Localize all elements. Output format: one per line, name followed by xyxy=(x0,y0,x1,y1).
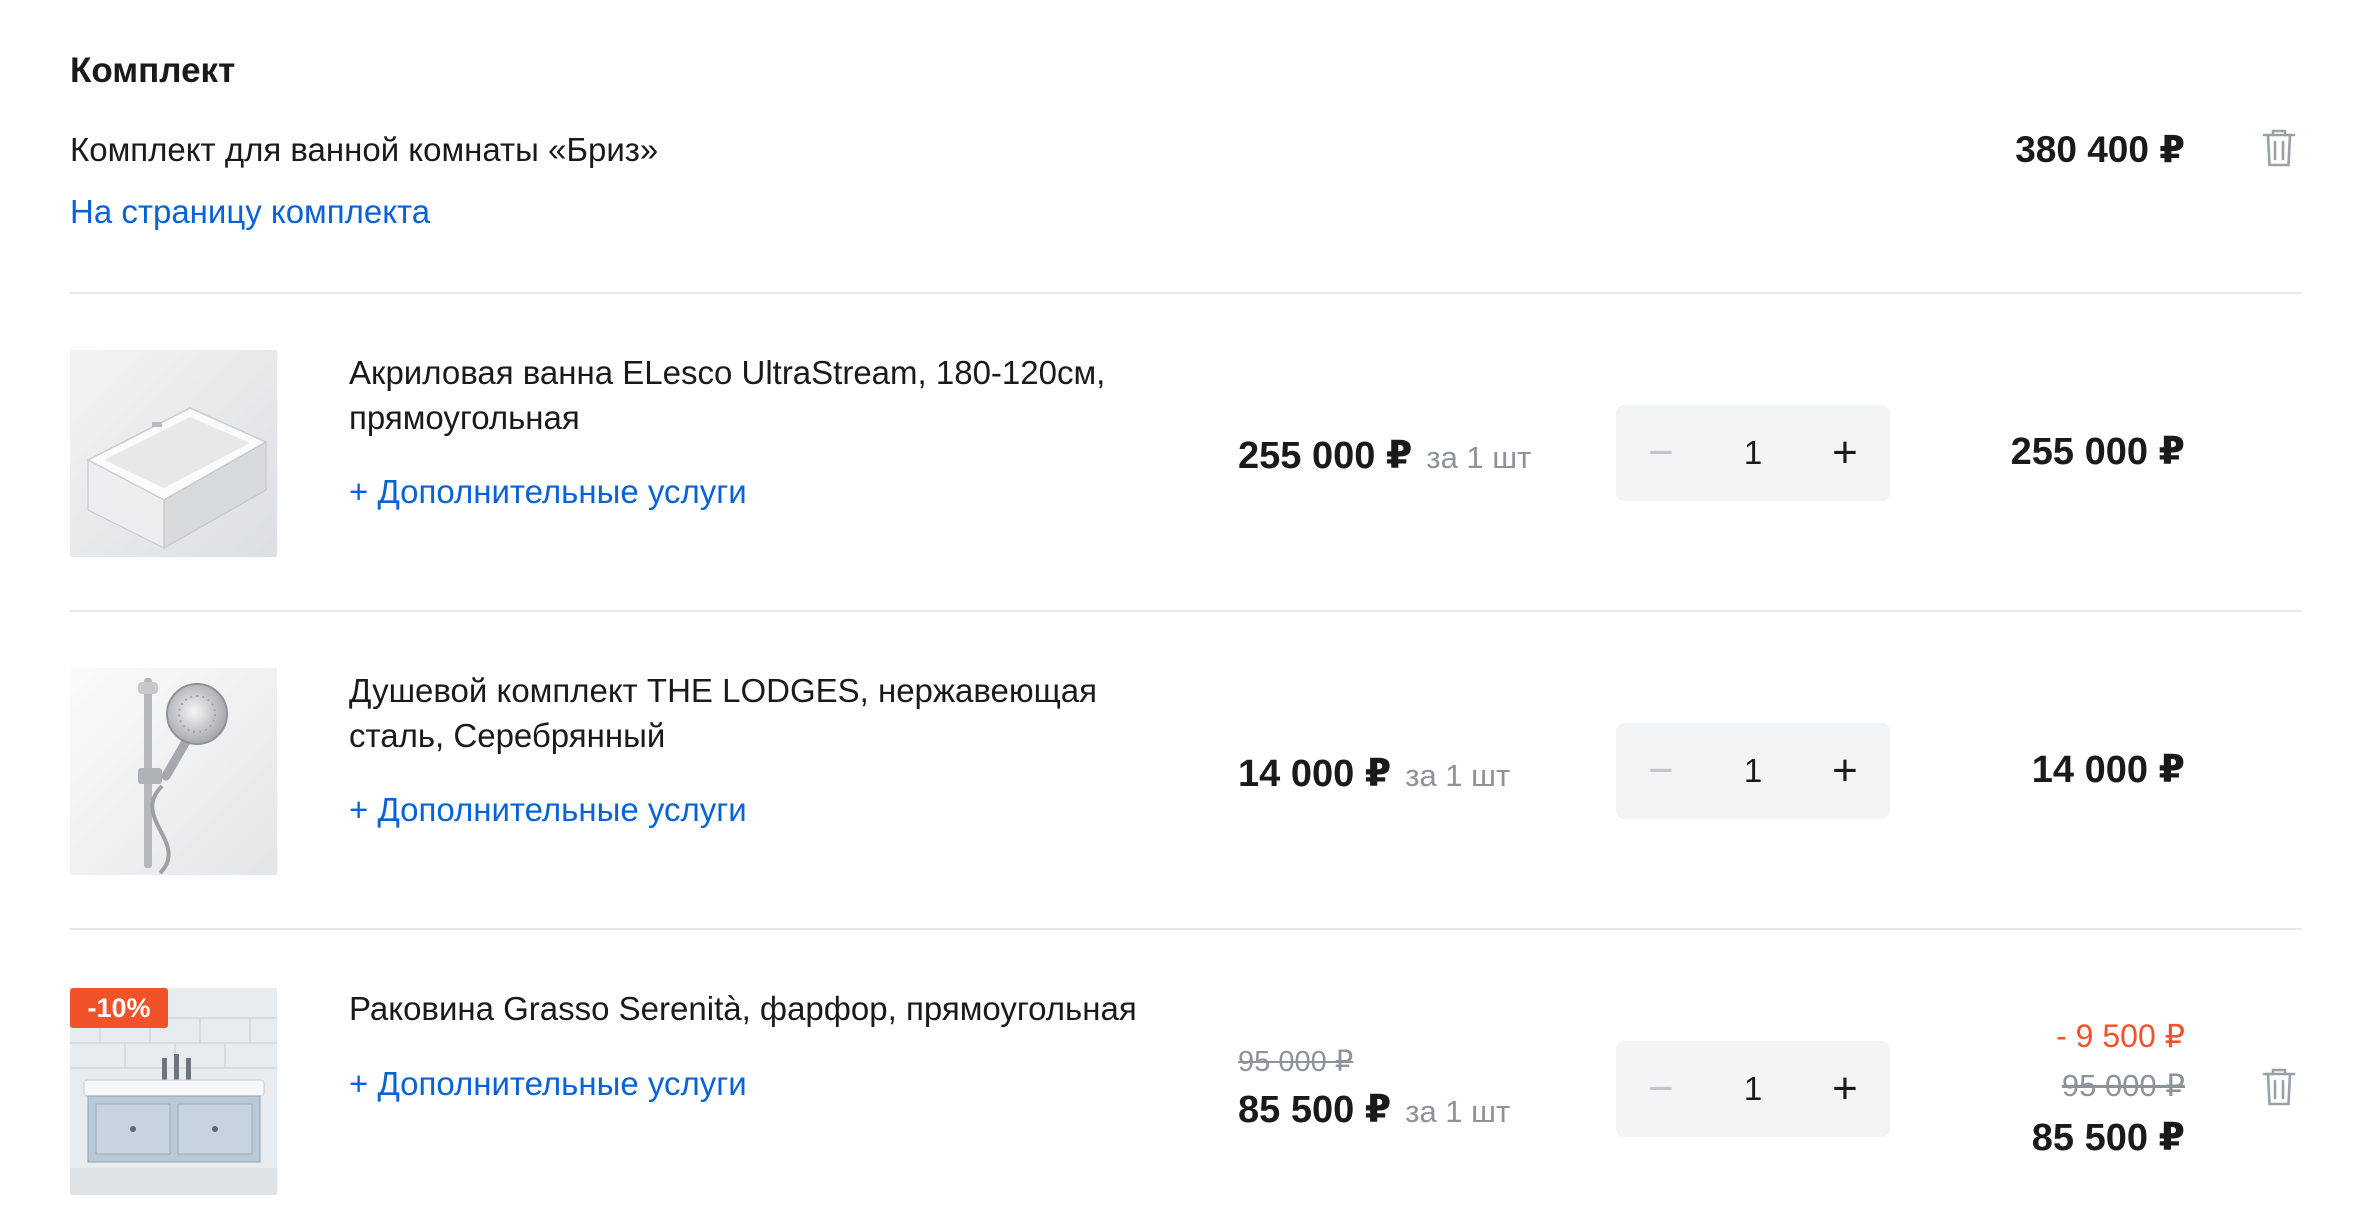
trash-icon xyxy=(2262,129,2296,167)
additional-services-link[interactable]: + Дополнительные услуги xyxy=(349,470,747,514)
decrease-quantity-button[interactable]: − xyxy=(1616,1041,1706,1137)
increase-quantity-button[interactable]: + xyxy=(1800,405,1890,501)
per-unit-label: за 1 шт xyxy=(1426,440,1532,475)
set-page-link[interactable]: На страницу комплекта xyxy=(70,190,430,234)
quantity-value[interactable]: 1 xyxy=(1706,405,1800,501)
item-title[interactable]: Раковина Grasso Serenità, фарфор, прямоу… xyxy=(349,986,1189,1031)
set-total-price: 380 400 ₽ xyxy=(2015,129,2185,170)
decrease-quantity-button[interactable]: − xyxy=(1616,723,1706,819)
per-unit-label: за 1 шт xyxy=(1405,758,1511,793)
unit-price-value: 14 000 ₽ xyxy=(1238,753,1392,795)
unit-price: 85 500 ₽ за 1 шт xyxy=(1238,1086,1510,1136)
unit-price: 14 000 ₽ за 1 шт xyxy=(1238,750,1510,800)
shower-set-image[interactable] xyxy=(70,668,277,875)
divider xyxy=(70,610,2302,612)
increase-quantity-button[interactable]: + xyxy=(1800,1041,1890,1137)
quantity-stepper: − 1 + xyxy=(1616,1041,1890,1137)
discount-amount: - 9 500 ₽ xyxy=(2056,1018,2185,1054)
delete-item-button[interactable] xyxy=(2261,1067,2297,1107)
set-heading: Комплект xyxy=(70,51,236,90)
discount-badge: -10% xyxy=(70,988,168,1028)
bathtub-image[interactable] xyxy=(70,350,277,557)
old-unit-price: 95 000 ₽ xyxy=(1238,1046,1354,1078)
quantity-value[interactable]: 1 xyxy=(1706,723,1800,819)
row-total-price: 14 000 ₽ xyxy=(2031,749,2185,791)
trash-icon xyxy=(2262,1068,2296,1106)
increase-quantity-button[interactable]: + xyxy=(1800,723,1890,819)
row-total-price: 85 500 ₽ xyxy=(2031,1117,2185,1159)
decrease-quantity-button[interactable]: − xyxy=(1616,405,1706,501)
set-name: Комплект для ванной комнаты «Бриз» xyxy=(70,131,659,168)
additional-services-link[interactable]: + Дополнительные услуги xyxy=(349,788,747,832)
quantity-stepper: − 1 + xyxy=(1616,405,1890,501)
divider xyxy=(70,292,2302,294)
quantity-stepper: − 1 + xyxy=(1616,723,1890,819)
additional-services-link[interactable]: + Дополнительные услуги xyxy=(349,1062,747,1106)
per-unit-label: за 1 шт xyxy=(1405,1094,1511,1129)
item-title[interactable]: Душевой комплект THE LODGES, нержавеющая… xyxy=(349,668,1189,758)
quantity-value[interactable]: 1 xyxy=(1706,1041,1800,1137)
divider xyxy=(70,928,2302,930)
unit-price-value: 85 500 ₽ xyxy=(1238,1089,1392,1131)
unit-price-value: 255 000 ₽ xyxy=(1238,435,1413,477)
old-row-total: 95 000 ₽ xyxy=(2061,1068,2185,1103)
delete-set-button[interactable] xyxy=(2261,128,2297,168)
row-total-price: 255 000 ₽ xyxy=(2010,431,2185,473)
item-title[interactable]: Акриловая ванна ELesco UltraStream, 180-… xyxy=(349,350,1189,440)
unit-price: 255 000 ₽ за 1 шт xyxy=(1238,432,1531,482)
